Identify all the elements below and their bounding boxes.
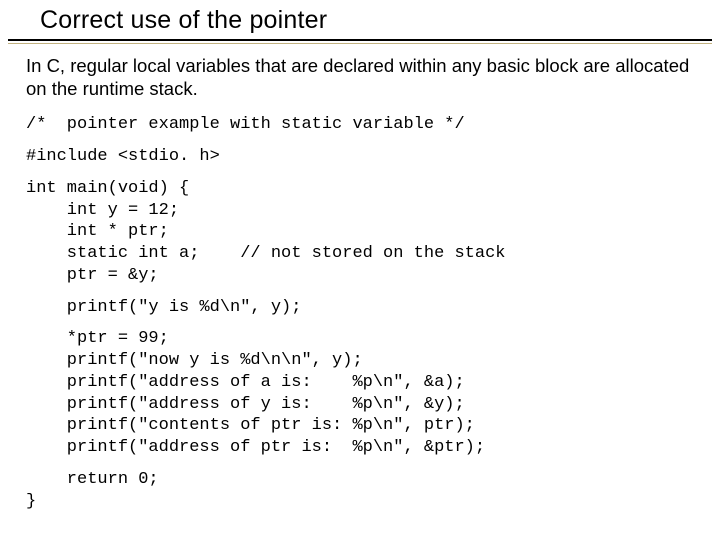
slide-title: Correct use of the pointer [0, 6, 720, 39]
code-comment: /* pointer example with static variable … [26, 114, 694, 136]
code-include: #include <stdio. h> [26, 146, 694, 168]
code-return: return 0; } [26, 469, 694, 513]
title-divider [8, 39, 712, 41]
code-printf-1: printf("y is %d\n", y); [26, 297, 694, 319]
intro-paragraph: In C, regular local variables that are d… [26, 54, 694, 100]
code-main-decl: int main(void) { int y = 12; int * ptr; … [26, 178, 694, 287]
title-region: Correct use of the pointer [0, 0, 720, 44]
slide-body: In C, regular local variables that are d… [0, 44, 720, 512]
code-printf-block: *ptr = 99; printf("now y is %d\n\n", y);… [26, 328, 694, 459]
